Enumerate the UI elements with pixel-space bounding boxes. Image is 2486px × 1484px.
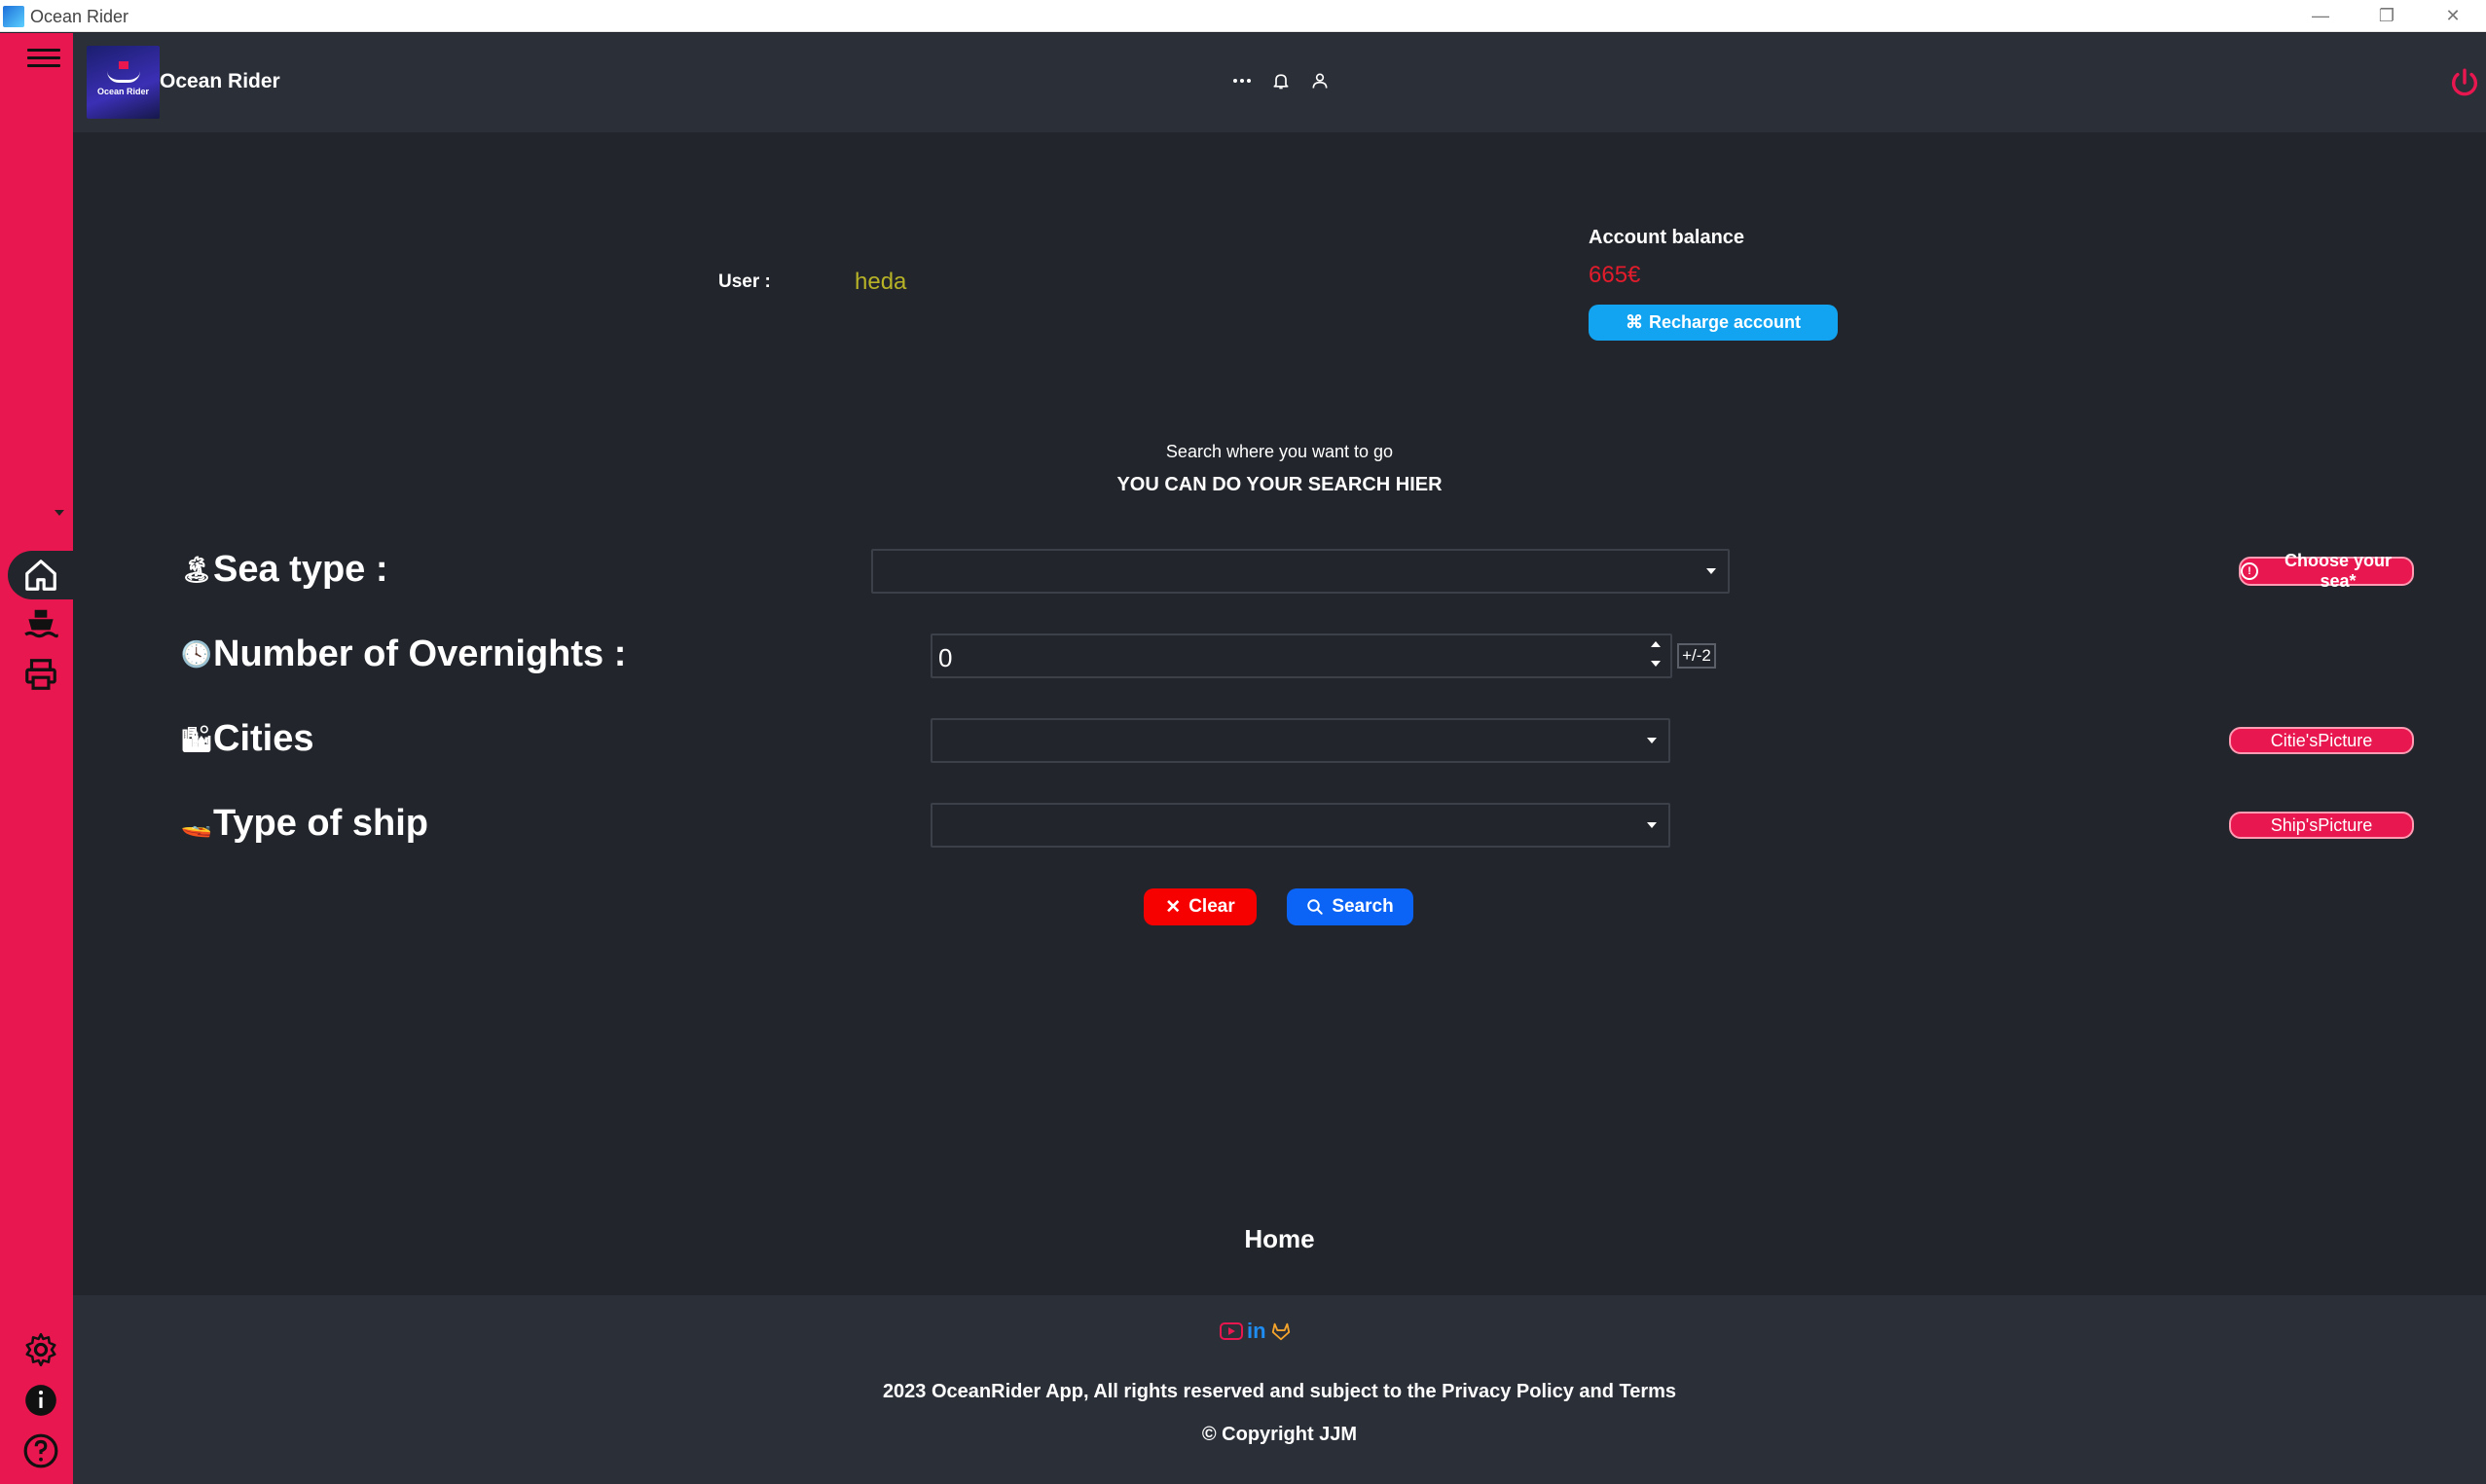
gitlab-icon[interactable] xyxy=(1270,1321,1292,1342)
ship-picture-button[interactable]: Ship'sPicture xyxy=(2229,812,2414,839)
close-icon: ✕ xyxy=(1165,896,1182,918)
overnights-value: 0 xyxy=(938,643,953,672)
ship-type-label: 🚤 Type of ship xyxy=(180,803,428,844)
sidebar-item-help[interactable] xyxy=(8,1427,73,1475)
social-links: in xyxy=(1220,1319,1292,1344)
sidebar xyxy=(0,33,73,1484)
cities-picture-button[interactable]: Citie'sPicture xyxy=(2229,727,2414,754)
info-icon xyxy=(24,1385,56,1416)
search-hint: Search where you want to go xyxy=(1165,442,1394,461)
command-icon: ⌘ xyxy=(1625,312,1643,332)
search-heading: YOU CAN DO YOUR SEARCH HIER xyxy=(1116,474,1443,495)
close-window-button[interactable]: ✕ xyxy=(2420,0,2486,32)
recharge-account-button[interactable]: ⌘ Recharge account xyxy=(1589,305,1838,341)
sidebar-item-print[interactable] xyxy=(8,650,73,699)
account-balance-title: Account balance xyxy=(1589,227,1745,248)
more-icon[interactable] xyxy=(1231,68,1253,93)
chevron-down-icon xyxy=(1647,738,1657,743)
window-title: Ocean Rider xyxy=(30,7,129,26)
user-icon[interactable] xyxy=(1309,68,1331,93)
overnights-tolerance: +/-2 xyxy=(1677,643,1716,669)
footer-copyright: © Copyright JJM xyxy=(1201,1424,1358,1445)
bell-icon[interactable] xyxy=(1270,68,1292,93)
user-value: heda xyxy=(855,269,907,295)
ship-type-select[interactable] xyxy=(931,803,1670,848)
help-icon xyxy=(23,1433,57,1468)
sidebar-item-ship[interactable] xyxy=(8,599,73,648)
overnights-label: 🕓 Number of Overnights : xyxy=(180,633,627,674)
sidebar-item-home[interactable] xyxy=(8,551,73,599)
city-icon: 🏙 xyxy=(180,724,213,753)
app-logo: Ocean Rider xyxy=(87,46,160,119)
hamburger-menu-icon[interactable] xyxy=(27,49,60,74)
clear-button[interactable]: ✕ Clear xyxy=(1144,888,1257,925)
printer-icon xyxy=(24,659,56,690)
sidebar-item-info[interactable] xyxy=(8,1376,73,1425)
footer-rights: 2023 OceanRider App, All rights reserved… xyxy=(882,1381,1677,1402)
brand-name: Ocean Rider xyxy=(160,70,280,92)
youtube-icon[interactable] xyxy=(1220,1322,1243,1340)
main-content: User : heda Account balance 665€ ⌘ Recha… xyxy=(73,132,2486,1295)
window-titlebar: Ocean Rider — ❐ ✕ xyxy=(0,0,2486,32)
chevron-down-icon xyxy=(1647,822,1657,828)
gear-icon xyxy=(24,1332,56,1367)
chevron-down-icon xyxy=(1706,568,1716,574)
clock-icon: 🕓 xyxy=(180,639,213,669)
sidebar-item-settings[interactable] xyxy=(8,1325,73,1374)
boat-icon: 🚤 xyxy=(180,809,213,838)
minimize-button[interactable]: — xyxy=(2287,0,2354,32)
footer: in 2023 OceanRider App, All rights reser… xyxy=(73,1295,2486,1484)
ship-icon xyxy=(23,609,58,638)
linkedin-icon[interactable]: in xyxy=(1247,1319,1266,1344)
cities-label: 🏙 Cities xyxy=(180,718,314,759)
sidebar-collapse-caret-icon[interactable] xyxy=(55,510,64,516)
app-icon xyxy=(3,6,24,27)
page-title: Home xyxy=(1244,1224,1315,1253)
choose-sea-button[interactable]: ! Choose your sea* xyxy=(2239,551,2414,591)
alert-icon: ! xyxy=(2241,562,2258,580)
island-icon: 🏝 xyxy=(180,555,213,584)
user-label: User : xyxy=(718,271,771,292)
search-button[interactable]: Search xyxy=(1287,888,1413,925)
account-balance-value: 665€ xyxy=(1589,262,1641,288)
search-icon xyxy=(1307,899,1324,915)
header-actions xyxy=(1231,68,1331,93)
cities-select[interactable] xyxy=(931,718,1670,763)
app-header: Ocean Rider Ocean Rider xyxy=(73,33,2486,132)
sea-type-label: 🏝 Sea type : xyxy=(180,549,388,590)
home-icon xyxy=(24,560,56,591)
maximize-button[interactable]: ❐ xyxy=(2354,0,2420,32)
power-icon[interactable] xyxy=(2448,66,2481,99)
sea-type-select[interactable] xyxy=(871,549,1730,594)
spinner-arrows-icon[interactable] xyxy=(1651,641,1663,672)
overnights-stepper[interactable]: 0 xyxy=(931,633,1672,678)
recharge-label: Recharge account xyxy=(1648,312,1802,332)
